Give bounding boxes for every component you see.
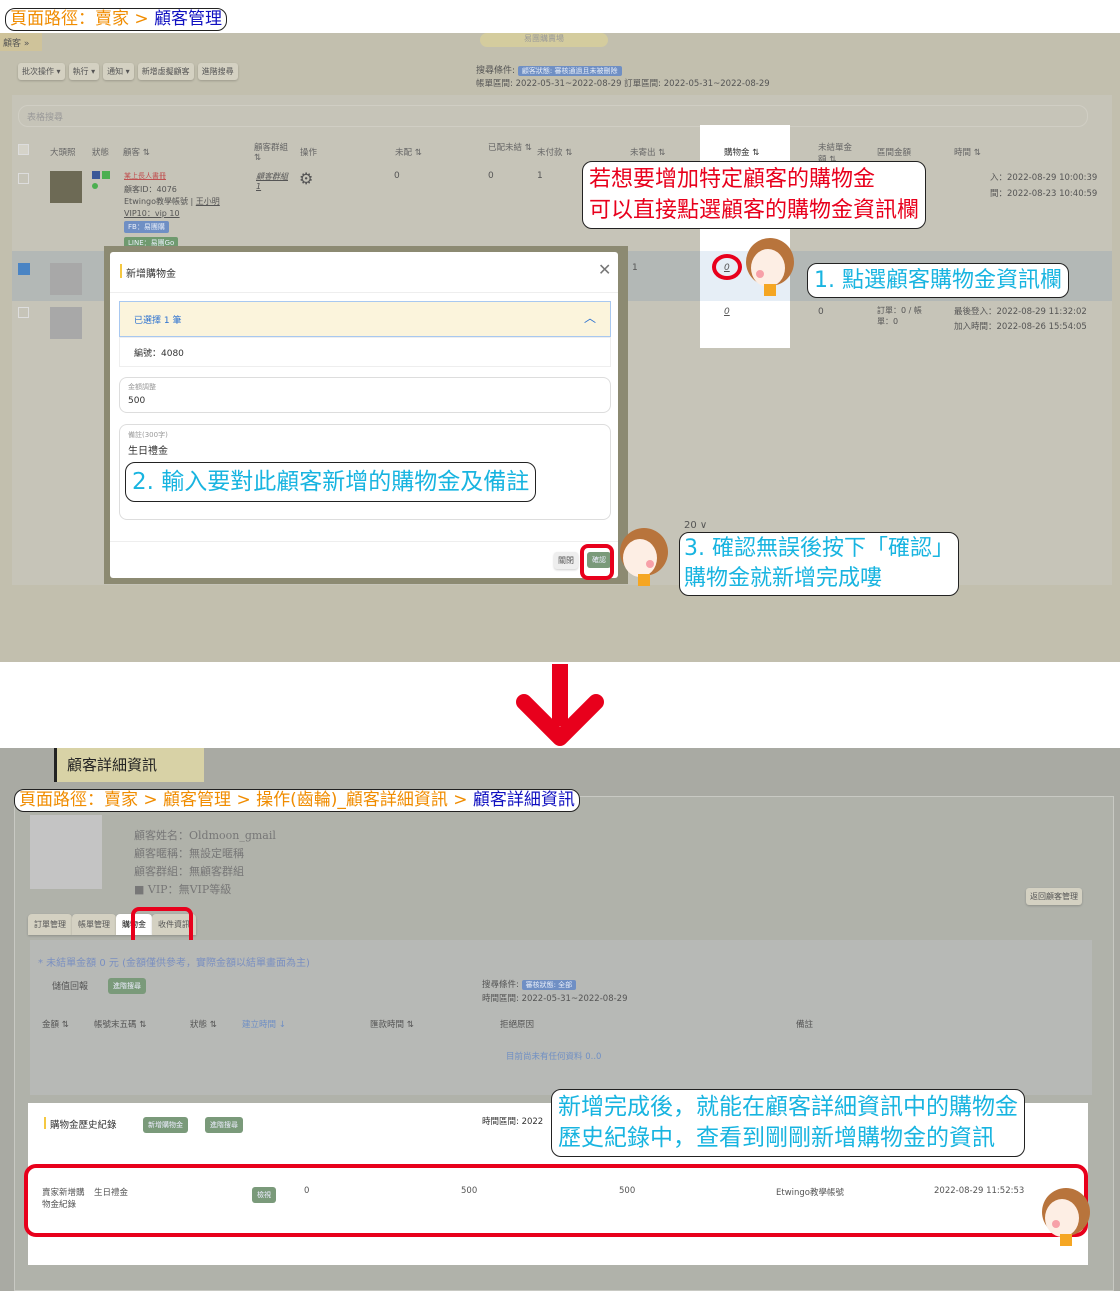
sort-time[interactable]: 時間 ⇅ xyxy=(954,146,981,158)
avatar xyxy=(50,171,82,203)
avatar xyxy=(30,815,102,889)
callout-step1: 1. 點選顧客購物金資訊欄 xyxy=(807,263,1069,298)
line-icon xyxy=(102,171,110,179)
sort-group[interactable]: 顧客群組 ⇅ xyxy=(254,141,292,163)
advanced-search-button[interactable]: 進階搜尋 xyxy=(205,1117,243,1133)
vip-link[interactable]: VIP10：vip 10 xyxy=(124,208,180,219)
highlight-ring xyxy=(24,1164,1088,1237)
sidebar-toggle[interactable]: 顧客 » xyxy=(0,33,42,51)
notify-button[interactable]: 通知 ▾ xyxy=(103,63,134,80)
store-select[interactable]: 易團購賣場 xyxy=(480,33,608,47)
advanced-search-button[interactable]: 進階搜尋 xyxy=(108,978,146,994)
add-credit-button[interactable]: 新增購物金 xyxy=(143,1117,188,1133)
chevron-up-icon[interactable]: ︿ xyxy=(584,309,596,326)
online-status-icon xyxy=(92,183,98,189)
row-checkbox-checked[interactable] xyxy=(18,263,30,275)
close-icon[interactable]: ✕ xyxy=(598,260,611,279)
sort-unshipped[interactable]: 未寄出 ⇅ xyxy=(630,146,665,158)
facebook-icon xyxy=(92,171,100,179)
fb-badge: FB：易團購 xyxy=(124,221,169,233)
breadcrumb: 頁面路徑：賣家 > 顧客管理 xyxy=(5,8,228,31)
add-virtual-customer-button[interactable]: 新增虛擬顧客 xyxy=(137,63,194,80)
group-link[interactable]: 顧客群組1 xyxy=(256,171,288,191)
callout-step2: 2. 輸入要對此顧客新增的購物金及備註 xyxy=(125,462,537,502)
callout-step3: 3. 確認無誤後按下「確認」 購物金就新增完成嘍 xyxy=(679,532,959,596)
row-checkbox[interactable] xyxy=(18,173,29,184)
credit-cell-link[interactable]: 0 xyxy=(724,307,730,317)
amount-input[interactable]: 金額調整 500 xyxy=(119,377,611,413)
advanced-search-button[interactable]: 進階搜尋 xyxy=(197,63,238,80)
batch-action-button[interactable]: 批次操作 ▾ xyxy=(18,63,65,80)
row-checkbox[interactable] xyxy=(18,307,29,318)
sort-unpaid[interactable]: 未付款 ⇅ xyxy=(537,146,572,158)
modal-title: 新增購物金 xyxy=(126,269,176,280)
breadcrumb: 頁面路徑：賣家 > 顧客管理 > 操作(齒輪)_顧客詳細資訊 > 顧客詳細資訊 xyxy=(14,789,580,812)
sort-customer[interactable]: 顧客 ⇅ xyxy=(123,146,150,158)
highlight-ring xyxy=(712,254,742,280)
sort-packed[interactable]: 已配未結 ⇅ xyxy=(488,141,533,153)
customer-name-link[interactable]: 某上長人書冊 xyxy=(124,171,166,181)
date-range: 帳單區間: 2022-05-31~2022-08-29 訂單區間: 2022-0… xyxy=(476,79,770,89)
callout-intro: 若想要增加特定顧客的購物金 可以直接點選顧客的購物金資訊欄 xyxy=(582,161,927,229)
table-search-input[interactable]: 表格搜尋 xyxy=(18,105,1088,127)
mascot-girl-icon xyxy=(746,238,794,296)
mascot-girl-icon xyxy=(1042,1188,1090,1246)
tab-bills[interactable]: 帳單管理 xyxy=(72,914,116,935)
select-all-checkbox[interactable] xyxy=(18,144,29,155)
avatar xyxy=(50,307,82,339)
selected-accordion[interactable]: 已選擇 1 筆 ︿ xyxy=(119,301,611,337)
add-credit-modal: 新增購物金 ✕ 已選擇 1 筆 ︿ 編號：4080 金額調整 500 備註(30… xyxy=(110,252,618,578)
highlight-ring xyxy=(580,544,614,580)
callout-result: 新增完成後，就能在顧客詳細資訊中的購物金 歷史紀錄中，查看到剛剛新增購物金的資訊 xyxy=(551,1089,1025,1157)
customer-profile: 顧客姓名：Oldmoon_gmail 顧客暱稱：無設定暱稱 顧客群組：無顧客群組 ■ … xyxy=(134,829,276,896)
mascot-girl-icon xyxy=(620,528,668,586)
unsettled-note: * 未結單金額 0 元 (金額僅供參考，實際金額以結單畫面為主) xyxy=(38,958,310,969)
sort-credit[interactable]: 購物金 ⇅ xyxy=(724,146,759,158)
account-link[interactable]: 王小明 xyxy=(196,197,220,206)
search-tag: 顧客狀態: 審核通過且未被刪除 xyxy=(517,66,622,76)
toolbar: 批次操作 ▾ 執行 ▾ 通知 ▾ 新增虛擬顧客 進階搜尋 xyxy=(18,63,238,80)
page-header: 顧客詳細資訊 xyxy=(54,748,204,782)
table-row: 某上長人書冊 顧客ID：4076 Etwingo教學帳號 | 王小明 VIP10… xyxy=(0,163,1120,253)
arrow-down-icon xyxy=(516,664,604,746)
gear-icon[interactable]: ⚙ xyxy=(299,169,313,188)
execute-button[interactable]: 執行 ▾ xyxy=(68,63,100,80)
avatar xyxy=(50,263,82,295)
back-to-customers-button[interactable]: 返回顧客管理 xyxy=(1026,888,1082,905)
sort-unpacked[interactable]: 未配 ⇅ xyxy=(395,146,422,158)
close-button[interactable]: 關閉 xyxy=(554,552,578,569)
page-size-select[interactable]: 20 ∨ xyxy=(684,520,707,531)
tab-orders[interactable]: 訂單管理 xyxy=(28,914,72,935)
